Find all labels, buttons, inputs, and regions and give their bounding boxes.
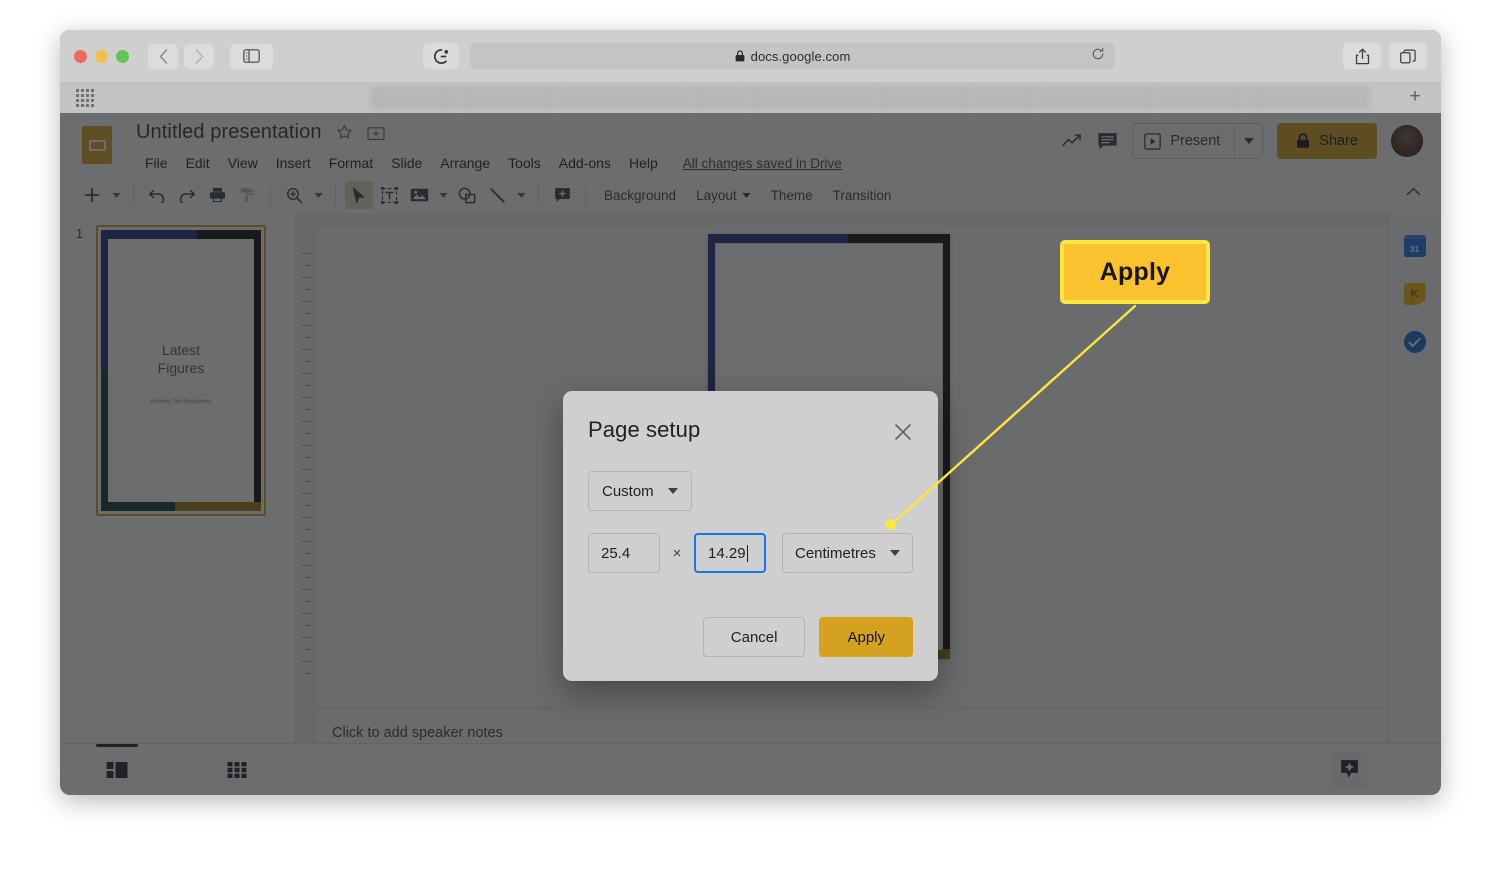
address-bar-url: docs.google.com (750, 48, 851, 64)
chevron-down-icon (889, 550, 900, 556)
cancel-button[interactable]: Cancel (702, 617, 806, 657)
sidebar-toggle-button[interactable] (230, 43, 273, 69)
tab-overview-button[interactable] (1389, 43, 1427, 69)
dialog-actions: Cancel Apply (702, 617, 913, 657)
page-size-preset-value: Custom (602, 482, 654, 500)
width-input-value: 25.4 (601, 544, 631, 562)
reload-button[interactable] (1091, 47, 1105, 66)
browser-window: docs.google.com + Page setup Custom 25.4… (60, 30, 1441, 795)
maximize-window-button[interactable] (116, 49, 129, 63)
chevron-down-icon (667, 488, 678, 494)
text-cursor (746, 544, 748, 562)
navigation-buttons (148, 43, 214, 69)
close-window-button[interactable] (74, 49, 87, 63)
forward-button[interactable] (184, 43, 214, 69)
close-icon (895, 424, 911, 440)
multiply-symbol: × (672, 544, 682, 562)
chevron-left-icon (159, 48, 167, 64)
apply-button[interactable]: Apply (819, 617, 913, 657)
chevron-right-icon (195, 48, 203, 64)
browser-tabstrip: + (60, 82, 1441, 113)
height-input[interactable]: 14.29 (694, 533, 766, 573)
sidebar-toggle-icon (243, 49, 260, 63)
close-dialog-button[interactable] (892, 421, 914, 443)
share-button[interactable] (1343, 43, 1381, 69)
window-traffic-lights (74, 49, 129, 63)
new-tab-button[interactable]: + (1403, 85, 1427, 109)
google-slides-app: Untitled presentation File (60, 113, 1441, 795)
dimensions-row: 25.4 × 14.29 Centimetres (588, 533, 913, 573)
address-bar[interactable]: docs.google.com (470, 43, 1115, 69)
reload-icon (1092, 47, 1104, 60)
minimize-window-button[interactable] (95, 49, 108, 63)
apps-grid-icon[interactable] (76, 88, 94, 107)
width-input[interactable]: 25.4 (588, 533, 660, 573)
back-button[interactable] (148, 43, 178, 69)
extension-icon (433, 48, 448, 64)
unit-select[interactable]: Centimetres (782, 533, 913, 573)
page-size-preset-select[interactable]: Custom (588, 471, 692, 511)
tab-overview-icon (1400, 48, 1416, 64)
screenshot-root: docs.google.com + Page setup Custom 25.4… (0, 0, 1500, 875)
browser-right-actions (1343, 43, 1427, 69)
unit-select-value: Centimetres (795, 544, 876, 562)
height-input-value: 14.29 (708, 544, 746, 562)
page-setup-dialog: Page setup Custom 25.4 × 14.29 Centimetr… (563, 391, 938, 681)
lock-icon (735, 50, 745, 62)
browser-tabs-blurred[interactable] (370, 86, 1380, 110)
extension-button[interactable] (423, 43, 459, 69)
share-icon (1355, 48, 1369, 64)
dialog-title: Page setup (588, 417, 701, 442)
browser-toolbar: docs.google.com (60, 30, 1441, 82)
